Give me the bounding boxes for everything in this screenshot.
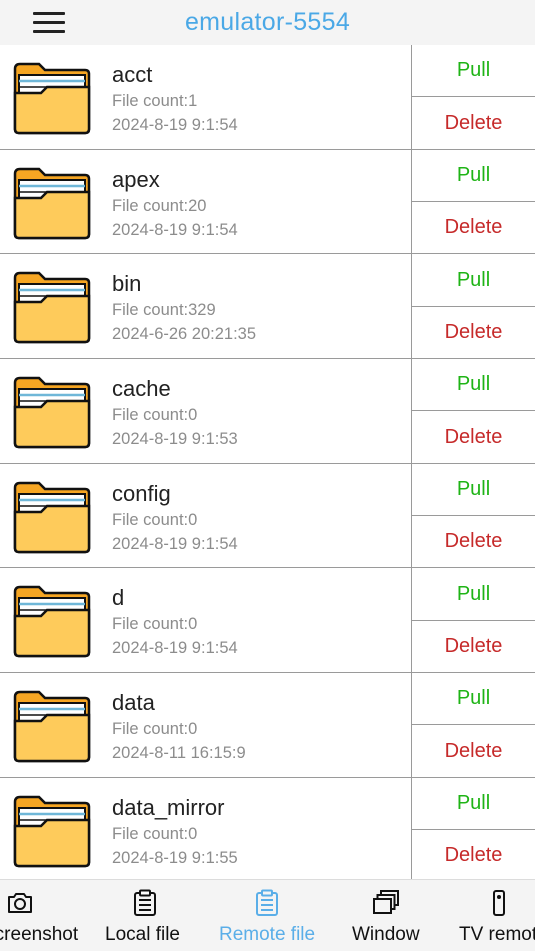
file-count: File count:0 [112, 615, 198, 634]
row-actions: Pull Delete [412, 254, 535, 358]
delete-button[interactable]: Delete [412, 202, 535, 253]
list-item[interactable]: bin File count:329 2024-6-26 20:21:35 Pu… [0, 254, 535, 360]
file-entry[interactable]: bin File count:329 2024-6-26 20:21:35 [0, 254, 412, 359]
tab-label: Remote file [219, 924, 316, 945]
delete-button[interactable]: Delete [412, 307, 535, 358]
file-name: d [112, 585, 125, 611]
folder-icon [13, 376, 91, 449]
row-actions: Pull Delete [412, 568, 535, 672]
file-count: File count:1 [112, 92, 198, 110]
file-entry[interactable]: acct File count:1 2024-8-19 9:1:54 [0, 45, 412, 149]
file-count: File count:329 [112, 301, 216, 320]
list-item[interactable]: data File count:0 2024-8-11 16:15:9 Pull… [0, 673, 535, 778]
clipboard-icon [256, 889, 278, 916]
delete-button[interactable]: Delete [412, 830, 535, 879]
file-name: cache [112, 376, 171, 402]
folder-icon [13, 481, 91, 553]
tab-label: Local file [105, 924, 180, 945]
list-item[interactable]: d File count:0 2024-8-19 9:1:54 Pull Del… [0, 568, 535, 674]
row-actions: Pull Delete [412, 359, 535, 463]
tab-tv-remote[interactable]: TV remote [450, 880, 535, 951]
file-name: data [112, 690, 155, 716]
file-date: 2024-8-19 9:1:54 [112, 639, 238, 658]
tab-window[interactable]: Window [345, 880, 435, 951]
row-actions: Pull Delete [412, 778, 535, 879]
file-name: bin [112, 271, 142, 297]
file-date: 2024-8-19 9:1:54 [112, 220, 238, 239]
pull-button[interactable]: Pull [412, 673, 535, 726]
hamburger-menu-icon[interactable] [31, 9, 67, 37]
list-item[interactable]: apex File count:20 2024-8-19 9:1:54 Pull… [0, 149, 535, 255]
pull-button[interactable]: Pull [412, 778, 535, 831]
clipboard-icon [134, 889, 156, 916]
delete-button[interactable]: Delete [412, 411, 535, 462]
list-item[interactable]: config File count:0 2024-8-19 9:1:54 Pul… [0, 463, 535, 569]
file-name: acct [112, 62, 153, 87]
file-date: 2024-8-19 9:1:54 [112, 534, 238, 553]
folder-icon [13, 586, 91, 658]
tab-label: TV remote [459, 924, 535, 945]
pull-button[interactable]: Pull [412, 150, 535, 203]
folder-icon [13, 690, 91, 763]
page-title: emulator-5554 [184, 8, 351, 36]
list-item[interactable]: acct File count:1 2024-8-19 9:1:54 Pull … [0, 45, 535, 150]
bottom-tab-bar: Screenshot Local file Remote file Window [0, 879, 535, 951]
top-bar: emulator-5554 [0, 0, 535, 45]
delete-button[interactable]: Delete [412, 725, 535, 776]
file-entry[interactable]: apex File count:20 2024-8-19 9:1:54 [0, 149, 412, 254]
file-count: File count:0 [112, 824, 198, 843]
tab-remote-file[interactable]: Remote file [210, 880, 330, 951]
file-name: apex [112, 166, 160, 192]
pull-button[interactable]: Pull [412, 464, 535, 517]
tab-label: Window [352, 924, 420, 945]
folder-icon [13, 62, 91, 135]
file-date: 2024-8-19 9:1:53 [112, 430, 238, 449]
row-actions: Pull Delete [412, 673, 535, 777]
file-entry[interactable]: d File count:0 2024-8-19 9:1:54 [0, 568, 412, 673]
list-item[interactable]: cache File count:0 2024-8-19 9:1:53 Pull… [0, 359, 535, 464]
file-count: File count:0 [112, 720, 198, 739]
file-name: config [112, 480, 171, 506]
file-date: 2024-8-19 9:1:54 [112, 116, 238, 134]
tab-label: Screenshot [0, 924, 79, 945]
file-entry[interactable]: cache File count:0 2024-8-19 9:1:53 [0, 359, 412, 463]
row-actions: Pull Delete [412, 464, 535, 568]
row-actions: Pull Delete [412, 45, 535, 149]
remote-icon [493, 890, 505, 916]
windows-icon [373, 890, 399, 914]
file-date: 2024-8-11 16:15:9 [112, 744, 246, 763]
pull-button[interactable]: Pull [412, 254, 535, 307]
file-entry[interactable]: data File count:0 2024-8-11 16:15:9 [0, 673, 412, 777]
camera-icon [8, 893, 32, 913]
tab-local-file[interactable]: Local file [95, 880, 195, 951]
pull-button[interactable]: Pull [412, 359, 535, 412]
delete-button[interactable]: Delete [412, 621, 535, 672]
file-count: File count:0 [112, 406, 198, 425]
file-list[interactable]: acct File count:1 2024-8-19 9:1:54 Pull … [0, 45, 535, 879]
pull-button[interactable]: Pull [412, 45, 535, 98]
delete-button[interactable]: Delete [412, 97, 535, 148]
file-entry[interactable]: data_mirror File count:0 2024-8-19 9:1:5… [0, 777, 412, 879]
file-count: File count:20 [112, 196, 207, 215]
folder-icon [13, 167, 91, 239]
folder-icon [13, 272, 91, 344]
row-actions: Pull Delete [412, 150, 535, 254]
tab-screenshot[interactable]: Screenshot [0, 880, 90, 951]
file-date: 2024-8-19 9:1:55 [112, 848, 238, 867]
delete-button[interactable]: Delete [412, 516, 535, 567]
pull-button[interactable]: Pull [412, 568, 535, 621]
file-entry[interactable]: config File count:0 2024-8-19 9:1:54 [0, 463, 412, 568]
file-count: File count:0 [112, 510, 198, 529]
file-date: 2024-6-26 20:21:35 [112, 325, 257, 344]
folder-icon [13, 795, 91, 868]
file-name: data_mirror [112, 794, 225, 820]
list-item[interactable]: data_mirror File count:0 2024-8-19 9:1:5… [0, 777, 535, 879]
